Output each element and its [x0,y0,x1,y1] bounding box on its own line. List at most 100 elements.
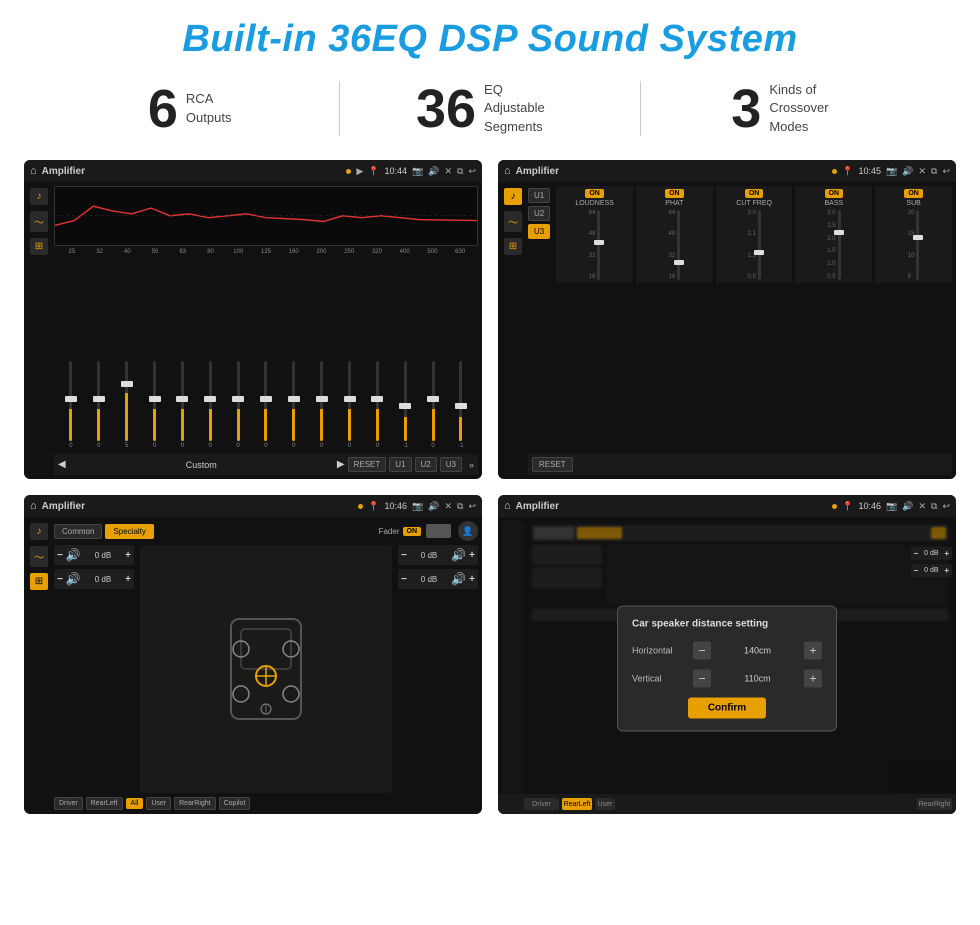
eq-sidebar: ♪ 〜 ⊞ [28,186,50,475]
speaker-icon[interactable]: 🔊 [428,166,439,177]
fader-tab-common[interactable]: Common [54,524,102,539]
fader-driver-btn[interactable]: Driver [54,797,83,810]
eqa-u1-btn[interactable]: U1 [528,188,550,203]
eq-slider-9[interactable]: 0 [309,361,335,449]
camera-icon-4[interactable]: 📷 [886,501,897,512]
home-icon[interactable]: ⌂ [30,165,37,177]
eqa-u2-btn[interactable]: U2 [528,206,550,221]
fader-val-tr: 0 dB [410,551,448,560]
speaker-icon-3[interactable]: 🔊 [428,501,439,512]
eq-slider-3[interactable]: 0 [142,361,168,449]
window-icon-4[interactable]: ⧉ [931,501,937,512]
eq-reset-btn[interactable]: RESET [348,457,387,472]
back-icon-3[interactable]: ↩ [468,501,476,512]
fader-tab-specialty[interactable]: Specialty [105,524,153,539]
fader-minus-tr[interactable]: − [401,550,407,561]
eq-u1-btn[interactable]: U1 [389,457,411,472]
window-icon-2[interactable]: ⧉ [931,166,937,177]
eq-next-btn[interactable]: ▶ [337,459,345,470]
back-icon[interactable]: ↩ [468,166,476,177]
home-icon-3[interactable]: ⌂ [30,500,37,512]
eqa-u3-btn[interactable]: U3 [528,224,550,239]
back-icon-2[interactable]: ↩ [942,166,950,177]
fader-user-btn[interactable]: User [146,797,171,810]
screen1-topbar: ⌂ Amplifier ▶ 📍 10:44 📷 🔊 ✕ ⧉ ↩ [24,160,482,182]
profile-icon[interactable]: 👤 [458,521,478,541]
eq-wave-icon[interactable]: 〜 [30,211,48,232]
eqa-reset-btn[interactable]: RESET [532,457,573,472]
eq-slider-13[interactable]: 0 [420,361,446,449]
spec-rca-number: 6 [148,82,178,136]
eq-slider-10[interactable]: 0 [337,361,363,449]
eqa-content: ♪ 〜 ⊞ U1 U2 U3 ON LOUDNESS [498,182,956,479]
eq-preset-label: Custom [69,460,334,470]
fader-minus-tl[interactable]: − [57,550,63,561]
camera-icon[interactable]: 📷 [412,166,423,177]
fader-rearleft-btn[interactable]: RearLeft [86,797,123,810]
eq-prev-btn[interactable]: ◀ [58,459,66,470]
window-icon-3[interactable]: ⧉ [457,501,463,512]
confirm-button[interactable]: Confirm [688,697,766,718]
eqa-channel-phat: ON PHAT 64483216 [636,186,713,283]
eq-slider-0[interactable]: 0 [58,361,84,449]
eq-slider-6[interactable]: 0 [225,361,251,449]
close-icon-3[interactable]: ✕ [444,501,452,512]
fader-sidebar: ♪ 〜 ⊞ [28,521,50,810]
screen3-time: 10:46 [385,501,408,511]
back-icon-4[interactable]: ↩ [942,501,950,512]
channel-label-3: BASS [825,200,844,207]
home-icon-4[interactable]: ⌂ [504,500,511,512]
eqa-tune-icon[interactable]: ♪ [504,188,522,205]
fader-wave-icon[interactable]: 〜 [30,546,48,567]
fader-slider[interactable] [426,524,451,538]
eq-slider-12[interactable]: -1 [392,361,418,449]
eq-tune-icon[interactable]: ♪ [30,188,48,205]
fader-plus-bl[interactable]: + [125,574,131,585]
eq-slider-8[interactable]: 0 [281,361,307,449]
dist-vertical-minus[interactable]: − [693,669,711,687]
fader-copilot-btn[interactable]: Copilot [219,797,251,810]
screen4-topbar: ⌂ Amplifier 📍 10:46 📷 🔊 ✕ ⧉ ↩ [498,495,956,517]
eq-slider-14[interactable]: -1 [448,361,474,449]
dist-horizontal-plus[interactable]: + [804,641,822,659]
close-icon[interactable]: ✕ [444,166,452,177]
dist-vertical-plus[interactable]: + [804,669,822,687]
play-icon[interactable]: ▶ [356,166,363,177]
fader-minus-br[interactable]: − [401,574,407,585]
dist-horizontal-minus[interactable]: − [693,641,711,659]
spec-eq: 36 EQ AdjustableSegments [340,81,639,136]
fader-plus-br[interactable]: + [469,574,475,585]
speaker-icon-4[interactable]: 🔊 [902,501,913,512]
pin-icon-3: 📍 [368,501,379,512]
fader-split-icon[interactable]: ⊞ [30,573,48,590]
eq-slider-7[interactable]: 0 [253,361,279,449]
window-icon[interactable]: ⧉ [457,166,463,177]
camera-icon-2[interactable]: 📷 [886,166,897,177]
fader-rearright-btn[interactable]: RearRight [174,797,216,810]
fader-val-tl: 0 dB [84,551,122,560]
eq-u3-btn[interactable]: U3 [440,457,462,472]
eq-split-icon[interactable]: ⊞ [30,238,48,255]
eq-slider-5[interactable]: 0 [197,361,223,449]
speaker-icon-2[interactable]: 🔊 [902,166,913,177]
home-icon-2[interactable]: ⌂ [504,165,511,177]
eq-slider-4[interactable]: 0 [169,361,195,449]
fader-vol-tr: − 0 dB 🔊 + [398,545,478,565]
eqa-wave-icon[interactable]: 〜 [504,211,522,232]
camera-icon-3[interactable]: 📷 [412,501,423,512]
channel-on-badge-3: ON [825,189,844,198]
fader-minus-bl[interactable]: − [57,574,63,585]
fader-plus-tr[interactable]: + [469,550,475,561]
fader-plus-tl[interactable]: + [125,550,131,561]
fader-tune-icon[interactable]: ♪ [30,523,48,540]
eqa-split-icon[interactable]: ⊞ [504,238,522,255]
eq-slider-1[interactable]: 0 [86,361,112,449]
eq-slider-2[interactable]: 5 [114,361,140,449]
close-icon-2[interactable]: ✕ [918,166,926,177]
eq-u2-btn[interactable]: U2 [415,457,437,472]
eq-more-icon[interactable]: » [469,460,474,470]
eq-slider-11[interactable]: 0 [364,361,390,449]
close-icon-4[interactable]: ✕ [918,501,926,512]
fader-all-btn[interactable]: All [126,798,144,809]
status-dot [346,169,351,174]
